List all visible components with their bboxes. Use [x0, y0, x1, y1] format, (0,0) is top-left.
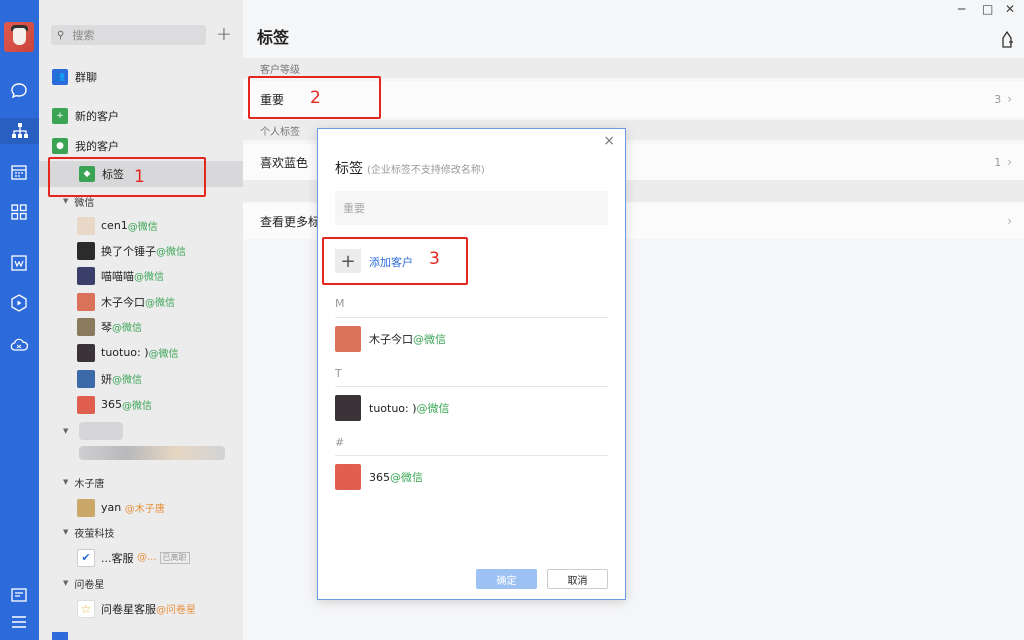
apps-icon[interactable] [8, 201, 30, 223]
contact-avatar [77, 241, 95, 260]
group-header-muzitang[interactable]: ▼ 木子唐 [39, 472, 243, 492]
collapse-triangle-icon: ▼ [63, 579, 69, 587]
annotation-box-1 [48, 157, 206, 197]
app-rail [0, 0, 39, 640]
export-icon[interactable] [1000, 30, 1014, 48]
chat-icon[interactable] [8, 80, 30, 102]
sidebar-item-label: 群聊 [75, 71, 97, 84]
group-header-blurred[interactable]: ▼ [39, 421, 243, 441]
tag-count: 3 [994, 93, 1002, 106]
doc-icon[interactable] [8, 252, 30, 274]
sidebar-item-group-chat[interactable]: 👥 群聊 [39, 64, 243, 90]
calendar-icon[interactable] [8, 161, 30, 183]
notes-icon[interactable] [8, 584, 30, 606]
checkbox-avatar-icon: ✔ [77, 548, 95, 567]
divider [335, 455, 608, 456]
add-button[interactable]: + [214, 23, 234, 45]
group-header-wjx[interactable]: ▼ 问卷星 [39, 573, 243, 593]
sidebar-item-label: 我的客户 [75, 140, 119, 153]
member-item[interactable]: tuotuo: ) @微信 [335, 393, 450, 423]
group-header-yeying[interactable]: ▼ 夜萤科技 [39, 522, 243, 542]
partial-list-icon [52, 632, 68, 640]
contact-item[interactable]: ✔ ...客服 @... 已离职 [39, 545, 243, 570]
sidebar-item-label: 新的客户 [75, 110, 119, 123]
contact-item[interactable]: ☆ 问卷星客服 @问卷星 [39, 596, 243, 621]
search-input[interactable]: ⚲ 搜索 [51, 25, 206, 45]
cloud-icon[interactable] [8, 334, 30, 356]
close-window-button[interactable]: ✕ [1005, 2, 1015, 16]
drive-icon[interactable] [8, 292, 30, 314]
member-avatar [335, 464, 361, 490]
contact-item[interactable]: cen1 @微信 [39, 213, 243, 238]
divider [335, 317, 608, 318]
status-badge: 已离职 [159, 551, 190, 564]
page-title: 标签 [257, 28, 290, 47]
dialog-title: 标签 (企业标签不支持修改名称) [335, 161, 485, 177]
search-placeholder: 搜索 [72, 29, 95, 42]
annotation-number-1: 1 [134, 167, 145, 187]
tag-count: 1 [994, 156, 1002, 169]
sidebar: ⚲ 搜索 + 👥 群聊 + 新的客户 ● 我的客户 ◆ 标签 ▼ 微信 cen1… [39, 0, 243, 640]
collapse-triangle-icon: ▼ [63, 197, 69, 205]
star-avatar-icon: ☆ [77, 599, 95, 618]
blurred-contact [79, 446, 225, 460]
collapse-triangle-icon: ▼ [63, 528, 69, 536]
contact-avatar [77, 216, 95, 235]
member-avatar [335, 395, 361, 421]
contact-avatar [77, 395, 95, 414]
divider [335, 386, 608, 387]
index-letter: M [335, 297, 345, 310]
user-avatar[interactable] [4, 22, 34, 52]
sidebar-item-new-customers[interactable]: + 新的客户 [39, 103, 243, 129]
minimize-button[interactable]: ─ [958, 2, 965, 16]
member-item[interactable]: 365 @微信 [335, 462, 423, 492]
annotation-number-2: 2 [310, 88, 321, 108]
contact-item[interactable]: tuotuo: ) @微信 [39, 340, 243, 365]
view-more-label: 查看更多标 [260, 214, 321, 229]
chevron-right-icon: › [1007, 155, 1012, 169]
contact-item[interactable]: 妍 @微信 [39, 366, 243, 391]
collapse-triangle-icon: ▼ [63, 427, 69, 435]
contact-item[interactable]: 换了个锤子 @微信 [39, 238, 243, 263]
contact-avatar [77, 498, 95, 517]
maximize-button[interactable]: □ [982, 2, 993, 16]
group-chat-icon: 👥 [52, 69, 68, 85]
contact-avatar [77, 266, 95, 285]
close-icon[interactable]: × [603, 133, 615, 149]
blurred-group-name [79, 422, 123, 440]
contact-item[interactable]: 喵喵喵 @微信 [39, 263, 243, 288]
collapse-triangle-icon: ▼ [63, 478, 69, 486]
contact-avatar [77, 292, 95, 311]
contact-avatar [77, 369, 95, 388]
chevron-right-icon: › [1007, 92, 1012, 106]
contact-avatar [77, 317, 95, 336]
member-avatar [335, 326, 361, 352]
annotation-box-3 [322, 237, 468, 285]
tag-name-input[interactable]: 重要 [335, 191, 608, 225]
menu-icon[interactable] [8, 611, 30, 633]
wechat-icon: ● [52, 138, 68, 154]
cancel-button[interactable]: 取消 [547, 569, 608, 589]
tag-row-label: 喜欢蓝色 [260, 155, 309, 170]
contact-item[interactable]: 木子今口 @微信 [39, 289, 243, 314]
tag-edit-dialog: × 标签 (企业标签不支持修改名称) 重要 + 添加客户 3 M 木子今口 @微信 … [317, 128, 626, 600]
search-icon: ⚲ [57, 29, 65, 41]
confirm-button[interactable]: 确定 [476, 569, 537, 589]
contact-item[interactable]: 365 @微信 [39, 392, 243, 417]
member-item[interactable]: 木子今口 @微信 [335, 324, 446, 354]
chevron-right-icon: › [1007, 214, 1012, 228]
section-header-level: 客户等级 [243, 58, 1024, 78]
contact-item[interactable]: yan @木子唐 [39, 495, 243, 520]
annotation-number-3: 3 [429, 249, 440, 269]
org-chart-icon[interactable] [0, 118, 39, 144]
index-letter: # [335, 436, 345, 449]
index-letter: T [335, 367, 342, 380]
contact-avatar [77, 343, 95, 362]
new-customer-icon: + [52, 108, 68, 124]
dialog-title-note: (企业标签不支持修改名称) [367, 165, 485, 176]
contact-item[interactable]: 琴 @微信 [39, 314, 243, 339]
sidebar-item-my-customers[interactable]: ● 我的客户 [39, 133, 243, 159]
